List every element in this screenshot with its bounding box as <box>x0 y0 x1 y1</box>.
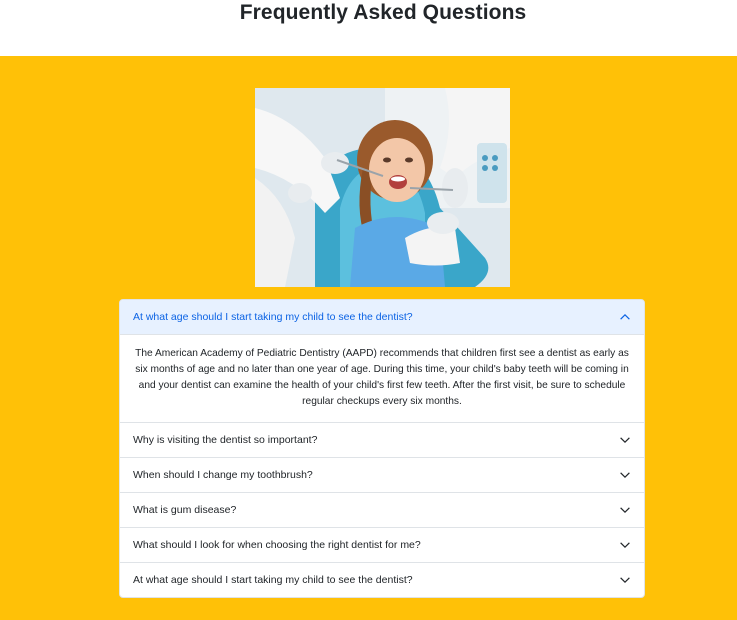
page: Frequently Asked Questions At what age s… <box>0 0 737 620</box>
faq-question-button[interactable]: At what age should I start taking my chi… <box>120 563 644 597</box>
faq-question-text: What is gum disease? <box>133 504 237 516</box>
faq-question-button[interactable]: When should I change my toothbrush? <box>120 458 644 492</box>
faq-item: At what age should I start taking my chi… <box>120 300 644 422</box>
faq-item: Why is visiting the dentist so important… <box>120 422 644 457</box>
chevron-up-icon <box>620 313 630 320</box>
faq-question-button[interactable]: What is gum disease? <box>120 493 644 527</box>
hero-image <box>255 88 510 287</box>
faq-answer: The American Academy of Pediatric Dentis… <box>135 348 629 407</box>
faq-item: At what age should I start taking my chi… <box>120 562 644 597</box>
chevron-down-icon <box>620 472 630 479</box>
faq-question-text: What should I look for when choosing the… <box>133 539 421 551</box>
chevron-down-icon <box>620 507 630 514</box>
faq-question-text: Why is visiting the dentist so important… <box>133 434 318 446</box>
faq-question-text: At what age should I start taking my chi… <box>133 311 413 323</box>
chevron-down-icon <box>620 542 630 549</box>
faq-item: What should I look for when choosing the… <box>120 527 644 562</box>
faq-question-button[interactable]: What should I look for when choosing the… <box>120 528 644 562</box>
faq-question-text: At what age should I start taking my chi… <box>133 574 413 586</box>
page-title: Frequently Asked Questions <box>239 1 527 24</box>
faq-question-text: When should I change my toothbrush? <box>133 469 313 481</box>
chevron-down-icon <box>620 577 630 584</box>
faq-accordion: At what age should I start taking my chi… <box>119 299 645 598</box>
faq-question-button[interactable]: Why is visiting the dentist so important… <box>120 423 644 457</box>
faq-question-button[interactable]: At what age should I start taking my chi… <box>120 300 644 335</box>
faq-item: When should I change my toothbrush? <box>120 457 644 492</box>
title-bar: Frequently Asked Questions <box>0 0 737 56</box>
chevron-down-icon <box>620 437 630 444</box>
dental-checkup-photo <box>255 88 510 287</box>
faq-item: What is gum disease? <box>120 492 644 527</box>
